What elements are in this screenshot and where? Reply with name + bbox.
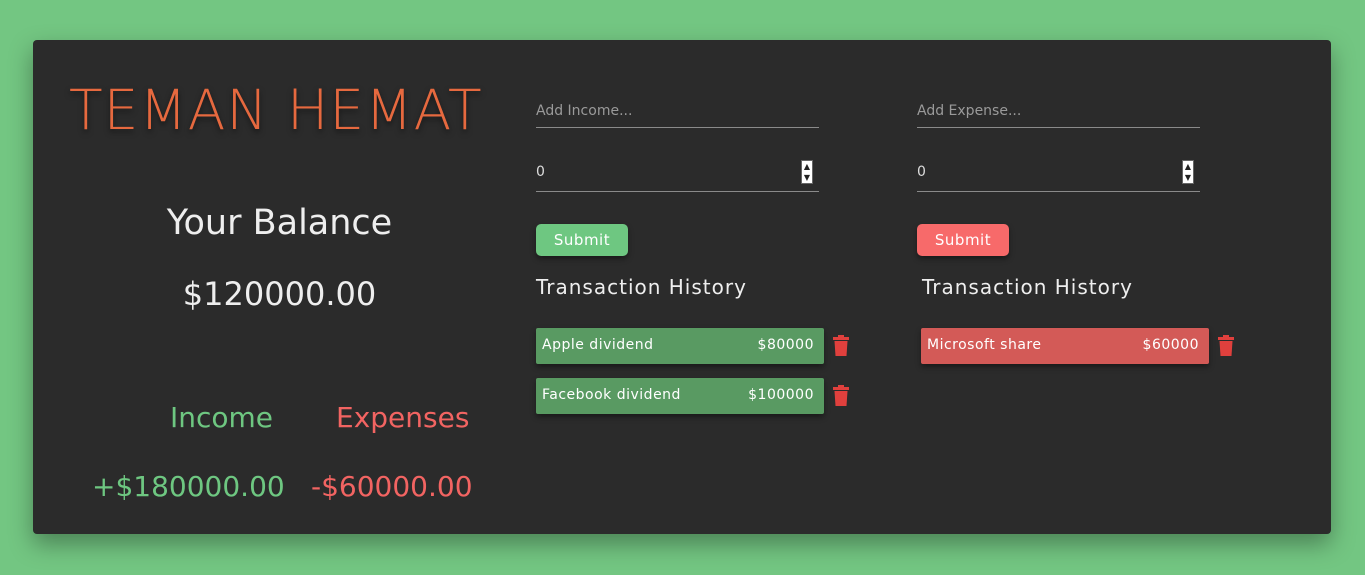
trash-icon[interactable] [1217,335,1235,357]
transaction-name: Facebook dividend [542,387,681,403]
chevron-down-icon[interactable]: ▼ [1183,172,1193,183]
transaction-name: Apple dividend [542,337,654,353]
transaction-amount: $60000 [1142,337,1199,353]
trash-icon[interactable] [832,335,850,357]
income-amount-spinner[interactable]: ▲ ▼ [801,160,813,184]
app-card: TEMAN HEMAT Your Balance $120000.00 Inco… [33,40,1331,534]
income-amount-value: 0 [536,164,545,180]
income-submit-button[interactable]: Submit [536,224,628,256]
income-total: +$180000.00 [92,470,285,503]
income-history-title: Transaction History [536,275,747,299]
income-transaction-item: Apple dividend $80000 [536,328,824,364]
expenses-total: -$60000.00 [311,470,473,503]
transaction-name: Microsoft share [927,337,1042,353]
chevron-up-icon[interactable]: ▲ [1183,161,1193,172]
expenses-label: Expenses [336,401,470,434]
balance-value: $120000.00 [182,275,377,313]
expense-amount-value: 0 [917,164,926,180]
expense-amount-spinner[interactable]: ▲ ▼ [1182,160,1194,184]
expense-description-input[interactable] [917,94,1200,128]
app-title: TEMAN HEMAT [69,78,483,142]
expense-amount-input[interactable]: 0 ▲ ▼ [917,158,1200,192]
transaction-amount: $80000 [757,337,814,353]
income-amount-input[interactable]: 0 ▲ ▼ [536,158,819,192]
chevron-up-icon[interactable]: ▲ [802,161,812,172]
income-description-input[interactable] [536,94,819,128]
balance-label: Your Balance [166,203,393,243]
chevron-down-icon[interactable]: ▼ [802,172,812,183]
income-transaction-item: Facebook dividend $100000 [536,378,824,414]
expense-submit-button[interactable]: Submit [917,224,1009,256]
expense-history-title: Transaction History [922,275,1133,299]
income-label: Income [170,401,274,434]
transaction-amount: $100000 [748,387,814,403]
trash-icon[interactable] [832,385,850,407]
expense-transaction-item: Microsoft share $60000 [921,328,1209,364]
